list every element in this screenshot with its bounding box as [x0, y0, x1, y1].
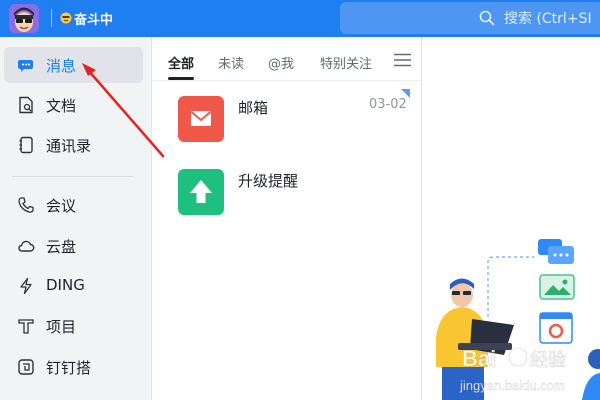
conversation-list-panel: 全部 未读 @我 特别关注 邮箱 03-02 升级提醒	[152, 37, 422, 400]
watermark-jingyan-text: 经验	[530, 350, 566, 371]
watermark-logo-text: Bai	[462, 346, 496, 371]
watermark-url: jingyan.baidu.com	[459, 378, 565, 393]
upgrade-arrow-icon	[178, 169, 224, 215]
tab-mentions[interactable]: @我	[268, 53, 294, 72]
sidebar-item-label: DING	[46, 276, 85, 294]
builder-icon	[18, 359, 34, 375]
sidebar: 消息 文档 通讯录 会议 云盘 DING 项目 钉钉搭	[0, 37, 152, 400]
sidebar-item-label: 会议	[46, 197, 77, 215]
mail-icon	[178, 96, 224, 142]
conversation-name: 升级提醒	[238, 172, 299, 190]
filter-tabs: 全部 未读 @我 特别关注	[152, 37, 422, 81]
status-text: 奋斗中	[74, 12, 114, 28]
search-icon	[479, 10, 495, 26]
document-icon	[19, 96, 33, 114]
contacts-icon	[19, 136, 33, 154]
cloud-icon	[18, 240, 35, 252]
lightning-icon	[20, 277, 32, 295]
conversation-time: 03-02	[369, 97, 407, 112]
user-avatar[interactable]	[9, 4, 39, 33]
dingtalk-window: 奋斗中 搜索 (Ctrl+SI 消息 文档 通讯录 会议 云盘 DING 项目 …	[0, 0, 600, 400]
sidebar-item-projects[interactable]: 项目	[4, 308, 143, 344]
emoji-icon	[60, 12, 72, 24]
active-tab-indicator	[168, 77, 194, 80]
search-placeholder: 搜索 (Ctrl+SI	[504, 11, 592, 27]
sidebar-item-builder[interactable]: 钉钉搭	[4, 349, 143, 385]
sidebar-item-label: 消息	[46, 57, 77, 75]
tab-special-follow[interactable]: 特别关注	[320, 53, 372, 72]
conversation-name: 邮箱	[238, 99, 269, 117]
sidebar-item-cloud-drive[interactable]: 云盘	[4, 228, 143, 264]
sidebar-item-meetings[interactable]: 会议	[4, 187, 143, 223]
phone-icon	[18, 197, 34, 213]
conversation-item[interactable]: 升级提醒	[152, 157, 422, 227]
menu-icon[interactable]	[394, 53, 411, 67]
sidebar-item-label: 项目	[46, 318, 77, 336]
tab-all[interactable]: 全部	[168, 53, 194, 72]
top-bar: 奋斗中 搜索 (Ctrl+SI	[0, 0, 600, 37]
sidebar-item-ding[interactable]: DING	[4, 268, 143, 304]
sidebar-item-label: 通讯录	[46, 137, 92, 155]
sidebar-item-label: 文档	[46, 97, 77, 115]
baidu-watermark: Bai 经验 jingyan.baidu.com	[458, 340, 578, 398]
sidebar-item-messages[interactable]: 消息	[4, 47, 143, 83]
search-input[interactable]: 搜索 (Ctrl+SI	[340, 2, 600, 34]
project-icon	[18, 319, 34, 334]
conversation-item[interactable]: 邮箱 03-02	[152, 84, 422, 154]
sidebar-item-docs[interactable]: 文档	[4, 87, 143, 123]
topbar-separator	[51, 9, 52, 27]
sidebar-divider	[12, 176, 133, 177]
sidebar-item-label: 云盘	[46, 238, 77, 256]
message-icon	[18, 60, 33, 72]
sidebar-item-contacts[interactable]: 通讯录	[4, 127, 143, 163]
tab-unread[interactable]: 未读	[218, 53, 244, 72]
status-selector[interactable]: 奋斗中	[60, 8, 113, 28]
pin-marker	[401, 89, 410, 98]
sidebar-item-label: 钉钉搭	[46, 359, 92, 377]
